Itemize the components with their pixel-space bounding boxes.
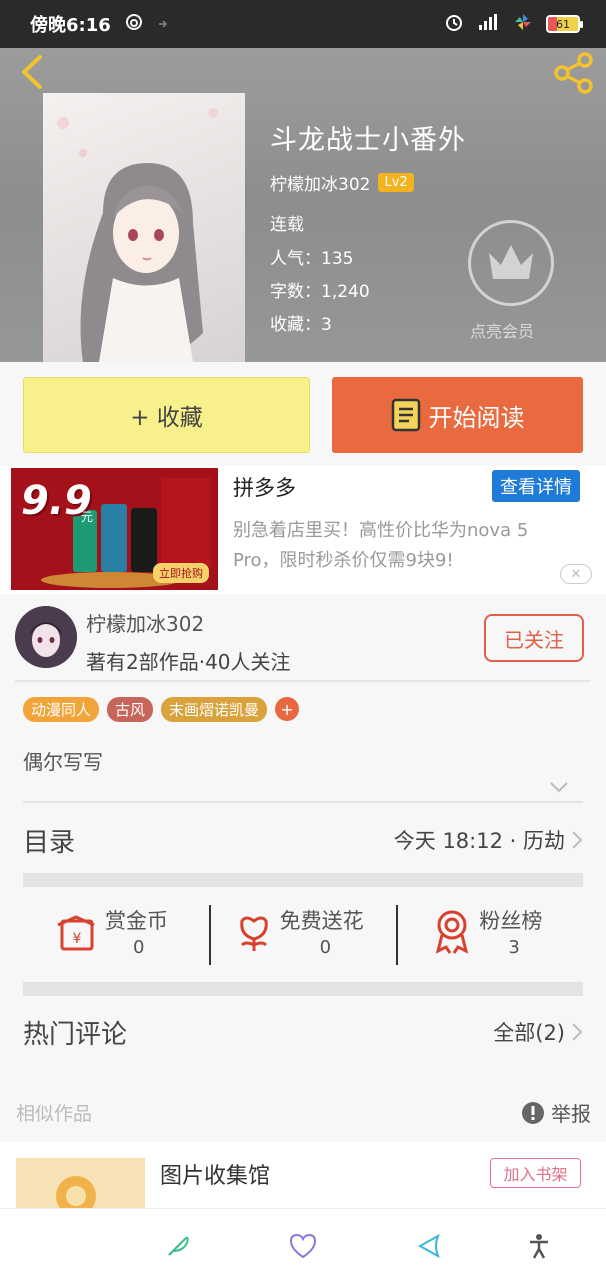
vip-crown-button[interactable] <box>468 220 554 306</box>
chevron-right-icon <box>572 831 583 849</box>
send-flower-count: 0 <box>319 937 332 958</box>
ad-title: 拼多多 <box>233 476 296 500</box>
send-flower-button[interactable]: 免费送花 0 <box>210 895 397 975</box>
heart-icon <box>289 1233 317 1259</box>
alert-icon <box>522 1101 544 1124</box>
ad-price-unit: 元 <box>81 510 94 524</box>
battery-icon: 61 <box>546 15 583 33</box>
follow-button[interactable]: 已关注 <box>484 614 584 662</box>
similar-work-title[interactable]: 图片收集馆 <box>160 1158 270 1190</box>
fan-ranking-label: 粉丝榜 <box>479 909 543 933</box>
book-author[interactable]: 柠檬加冰302 <box>270 170 370 195</box>
start-reading-button[interactable]: 开始阅读 <box>332 377 583 453</box>
flower-icon <box>239 916 268 951</box>
expand-intro-button[interactable] <box>549 778 569 797</box>
arrow-icon <box>157 14 169 35</box>
vip-label[interactable]: 点亮会员 <box>470 318 534 342</box>
similar-work-cover[interactable] <box>16 1158 145 1208</box>
report-label: 举报 <box>551 1102 591 1126</box>
author-card[interactable]: 柠檬加冰302 著有2部作品·40人关注 已关注 <box>0 594 606 680</box>
add-to-shelf-button[interactable]: 加入书架 <box>490 1158 581 1188</box>
share-button[interactable] <box>552 52 596 94</box>
tag-list: 动漫同人 古风 末画熠诺凯曼 + <box>23 697 300 722</box>
tag-item[interactable]: 末画熠诺凯曼 <box>161 697 268 722</box>
red-envelope-icon: ¥ <box>57 915 95 951</box>
add-tag-button[interactable]: + <box>275 697 300 721</box>
toc-label: 目录 <box>23 827 76 858</box>
toc-row[interactable]: 目录 今天 18:12 · 历劫 <box>23 820 583 860</box>
book-popularity: 人气：135 <box>270 249 354 269</box>
fan-ranking-count: 3 <box>508 937 520 958</box>
accessibility-icon <box>530 1234 548 1259</box>
ad-detail-button[interactable]: 查看详情 <box>492 470 580 502</box>
divider <box>23 801 583 803</box>
battery-level: 61 <box>556 17 570 31</box>
status-bar: 傍晚6:16 61 <box>0 0 606 48</box>
similar-work-item[interactable]: 图片收集馆 加入书架 <box>0 1142 606 1208</box>
like-button[interactable] <box>288 1231 318 1261</box>
status-time: 傍晚6:16 <box>30 15 111 36</box>
reward-coins-count: 0 <box>133 937 145 958</box>
crown-icon <box>489 245 533 279</box>
book-cover <box>43 93 245 362</box>
book-title: 斗龙战士小番外 <box>270 125 466 156</box>
ad-image[interactable]: 9.9 元 立即抢购 <box>11 468 218 590</box>
alarm-icon <box>444 12 464 37</box>
chevron-right-icon <box>572 1023 583 1041</box>
book-word-count: 字数：1,240 <box>270 282 370 302</box>
divider <box>15 680 591 682</box>
section-separator <box>23 982 583 996</box>
medal-icon <box>436 910 469 954</box>
all-comments-link[interactable]: 全部(2) <box>493 1017 565 1047</box>
tag-item[interactable]: 古风 <box>107 697 154 722</box>
reward-coins-label: 赏金币 <box>105 909 168 933</box>
fan-ranking-button[interactable]: 粉丝榜 3 <box>396 895 583 975</box>
similar-works-header: 相似作品 举报 <box>16 1098 591 1127</box>
ad-banner[interactable]: 9.9 元 立即抢购 拼多多 查看详情 别急着店里买！高性价比华为nova 5 … <box>0 466 606 594</box>
report-button[interactable]: 举报 <box>521 1098 591 1127</box>
add-favorite-button[interactable]: + 收藏 <box>23 377 310 453</box>
ad-description: 别急着店里买！高性价比华为nova 5 Pro，限时秒杀价仅需9块9! <box>233 520 529 571</box>
book-favorites: 收藏：3 <box>270 315 332 335</box>
interaction-stats: ¥ 赏金币 0 免费送花 0 粉丝榜 3 <box>23 895 583 975</box>
signal-icon <box>478 13 500 36</box>
svg-text:¥: ¥ <box>73 931 82 947</box>
hot-comments-label: 热门评论 <box>23 1019 128 1050</box>
start-reading-label: 开始阅读 <box>428 403 525 432</box>
level-badge: Lv2 <box>378 173 414 192</box>
author-stats: 著有2部作品·40人关注 <box>86 650 291 674</box>
section-separator <box>23 873 583 887</box>
ad-close-button[interactable]: ✕ <box>560 564 592 584</box>
back-arrow-icon <box>22 55 42 89</box>
book-author-line: 柠檬加冰302 Lv2 <box>270 170 414 195</box>
reward-coins-button[interactable]: ¥ 赏金币 0 <box>23 895 210 975</box>
send-icon <box>417 1233 440 1259</box>
ad-cta: 立即抢购 <box>153 563 209 583</box>
book-icon <box>391 398 420 432</box>
back-button[interactable] <box>14 54 50 90</box>
hot-comments-row[interactable]: 热门评论 全部(2) <box>23 1012 583 1052</box>
book-status: 连载 <box>270 215 304 235</box>
author-avatar[interactable] <box>15 606 77 668</box>
book-intro: 偶尔写写 <box>23 750 103 774</box>
chevron-down-icon <box>550 782 568 793</box>
author-name[interactable]: 柠檬加冰302 <box>86 608 204 637</box>
tag-item[interactable]: 动漫同人 <box>23 697 100 722</box>
similar-works-label: 相似作品 <box>16 1103 93 1125</box>
share-tab-button[interactable] <box>414 1231 444 1261</box>
accessibility-button[interactable] <box>524 1231 554 1261</box>
share-icon <box>554 52 593 94</box>
book-header: 斗龙战士小番外 柠檬加冰302 Lv2 连载 人气：135 字数：1,240 收… <box>0 48 606 362</box>
feather-button[interactable] <box>163 1231 193 1261</box>
bottom-toolbar <box>0 1208 606 1280</box>
toc-latest-chapter: 今天 18:12 · 历劫 <box>393 829 565 853</box>
send-flower-label: 免费送花 <box>279 909 364 933</box>
app-notification-icon <box>125 13 143 36</box>
feather-icon <box>168 1236 189 1256</box>
pinwheel-icon <box>514 13 532 36</box>
